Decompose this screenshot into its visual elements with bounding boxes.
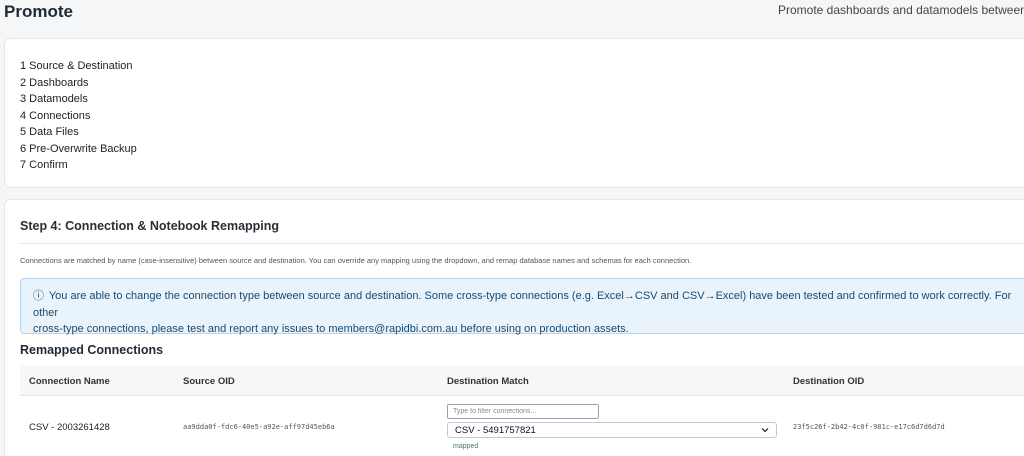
column-connection-name: Connection Name xyxy=(29,376,110,387)
page-title: Promote xyxy=(4,2,73,21)
column-destination-match: Destination Match xyxy=(447,376,529,387)
destination-match-select[interactable]: CSV - 5491757821 xyxy=(447,422,777,438)
info-alert: ⓘ You are able to change the connection … xyxy=(20,278,1024,335)
info-line-1: ⓘ You are able to change the connection … xyxy=(33,288,1017,321)
step-datamodels[interactable]: 3 Datamodels xyxy=(20,91,137,108)
divider xyxy=(20,243,1024,244)
connection-filter-input[interactable] xyxy=(447,404,599,419)
step-pre-overwrite-backup[interactable]: 6 Pre-Overwrite Backup xyxy=(20,141,137,158)
step-dashboards[interactable]: 2 Dashboards xyxy=(20,75,137,92)
remapped-connections-heading: Remapped Connections xyxy=(20,343,164,357)
step-confirm[interactable]: 7 Confirm xyxy=(20,157,137,174)
column-destination-oid: Destination OID xyxy=(793,376,865,387)
mapped-status: mapped xyxy=(453,443,479,450)
page-subtitle: Promote dashboards and datamodels betwee… xyxy=(778,3,1024,17)
info-text-1: You are able to change the connection ty… xyxy=(33,290,1012,319)
step-heading: Step 4: Connection & Notebook Remapping xyxy=(20,219,280,233)
chevron-down-icon xyxy=(761,428,769,433)
column-source-oid: Source OID xyxy=(183,376,235,387)
step-source-destination[interactable]: 1 Source & Destination xyxy=(20,58,137,75)
source-oid-cell: aa9dda0f-fdc6-40e5-a92e-aff97d45eb6a xyxy=(183,423,335,431)
info-icon: ⓘ xyxy=(33,290,44,302)
step-connections[interactable]: 4 Connections xyxy=(20,108,137,125)
table-row: CSV - 2003261428 aa9dda0f-fdc6-40e5-a92e… xyxy=(20,397,1024,456)
step-data-files[interactable]: 5 Data Files xyxy=(20,124,137,141)
destination-oid-cell: 23f5c26f-2b42-4c0f-981c-e17c6d7d6d7d xyxy=(793,423,945,431)
table-header: Connection Name Source OID Destination M… xyxy=(20,366,1024,396)
destination-match-value: CSV - 5491757821 xyxy=(455,425,536,436)
connection-name-cell: CSV - 2003261428 xyxy=(29,422,110,433)
steps-list: 1 Source & Destination 2 Dashboards 3 Da… xyxy=(20,58,137,174)
steps-card: 1 Source & Destination 2 Dashboards 3 Da… xyxy=(4,38,1024,188)
info-text-2: cross-type connections, please test and … xyxy=(33,323,629,335)
connection-remapping-card: Step 4: Connection & Notebook Remapping … xyxy=(4,199,1024,456)
step-description: Connections are matched by name (case-in… xyxy=(20,256,692,265)
